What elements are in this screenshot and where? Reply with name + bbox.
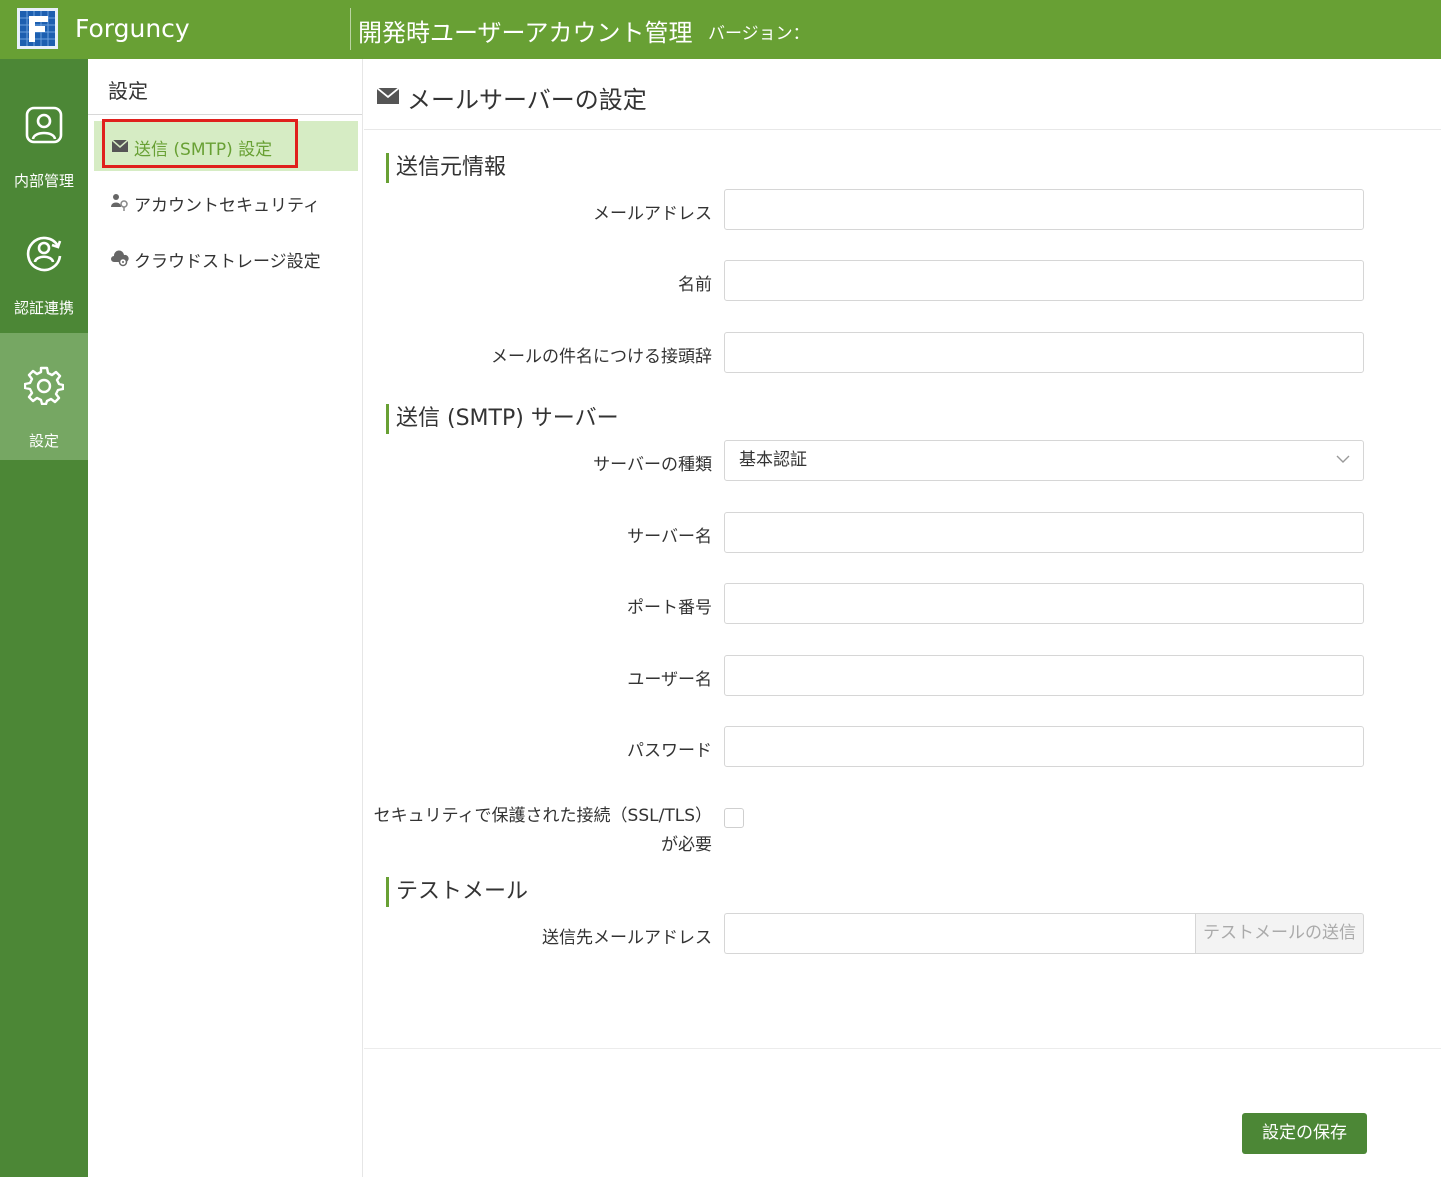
rail-item-settings[interactable]: 設定 xyxy=(0,333,88,460)
page-heading: 開発時ユーザーアカウント管理 xyxy=(358,19,693,47)
ssl-label: セキュリティで保護された接続（SSL/TLS） xyxy=(373,806,712,826)
rail-label: 認証連携 xyxy=(13,299,74,317)
rail-label: 内部管理 xyxy=(13,172,74,190)
ssl-checkbox[interactable] xyxy=(724,808,744,828)
envelope-icon xyxy=(377,87,399,104)
username-field[interactable] xyxy=(724,655,1364,696)
sidebar-item-label: アカウントセキュリティ xyxy=(134,196,320,216)
server-name-label: サーバー名 xyxy=(627,527,712,547)
user-square-icon xyxy=(25,106,63,144)
account-key-icon xyxy=(111,194,128,211)
cloud-gear-icon xyxy=(111,250,129,267)
server-type-label: サーバーの種類 xyxy=(593,455,712,475)
test-recipient-field[interactable] xyxy=(724,913,1195,954)
sidebar-divider xyxy=(88,114,362,115)
section-test-mail: テストメール xyxy=(386,877,528,907)
app-name: Forguncy xyxy=(75,14,190,43)
sidebar-item-account-security[interactable]: アカウントセキュリティ xyxy=(94,177,358,227)
rail-item-auth[interactable]: 認証連携 xyxy=(0,200,88,327)
name-label: 名前 xyxy=(678,275,712,295)
footer-divider xyxy=(364,1048,1441,1049)
port-label: ポート番号 xyxy=(627,598,712,618)
highlight-annotation xyxy=(102,119,298,168)
header-divider xyxy=(350,8,351,50)
app-header: Forguncy 開発時ユーザーアカウント管理 バージョン： xyxy=(0,0,1441,59)
section-sender: 送信元情報 xyxy=(386,153,506,183)
main-title: メールサーバーの設定 xyxy=(407,86,647,114)
username-label: ユーザー名 xyxy=(627,670,712,690)
sidebar-item-cloud-storage[interactable]: クラウドストレージ設定 xyxy=(94,233,358,283)
rail-label: 設定 xyxy=(28,432,59,450)
port-field[interactable] xyxy=(724,583,1364,624)
password-field[interactable] xyxy=(724,726,1364,767)
email-label: メールアドレス xyxy=(593,204,712,224)
sidebar-title: 設定 xyxy=(108,79,148,103)
subject-prefix-field[interactable] xyxy=(724,332,1364,373)
server-name-field[interactable] xyxy=(724,512,1364,553)
server-type-value: 基本認証 xyxy=(739,450,807,470)
password-label: パスワード xyxy=(627,741,712,761)
left-rail: 内部管理 認証連携 設定 xyxy=(0,59,88,1177)
chevron-down-icon xyxy=(1336,455,1350,463)
main-divider xyxy=(364,129,1441,130)
version-label: バージョン： xyxy=(708,24,810,44)
email-field[interactable] xyxy=(724,189,1364,230)
sidebar-item-label: クラウドストレージ設定 xyxy=(134,252,321,272)
name-field[interactable] xyxy=(724,260,1364,301)
test-recipient-label: 送信先メールアドレス xyxy=(542,928,712,948)
section-smtp: 送信 (SMTP) サーバー xyxy=(386,404,619,434)
server-type-select[interactable]: 基本認証 xyxy=(724,440,1364,481)
gear-icon xyxy=(24,366,64,405)
user-sync-icon xyxy=(26,236,62,272)
rail-item-internal[interactable]: 内部管理 xyxy=(0,73,88,200)
send-test-mail-button[interactable]: テストメールの送信 xyxy=(1195,913,1364,954)
save-settings-button[interactable]: 設定の保存 xyxy=(1242,1113,1367,1154)
subject-prefix-label: メールの件名につける接頭辞 xyxy=(491,347,712,367)
forguncy-logo-icon xyxy=(17,8,58,49)
settings-sidebar: 設定 送信 (SMTP) 設定 アカウントセキュリティ クラウドストレージ設定 xyxy=(88,59,363,1177)
ssl-label-line2: が必要 xyxy=(661,835,712,855)
